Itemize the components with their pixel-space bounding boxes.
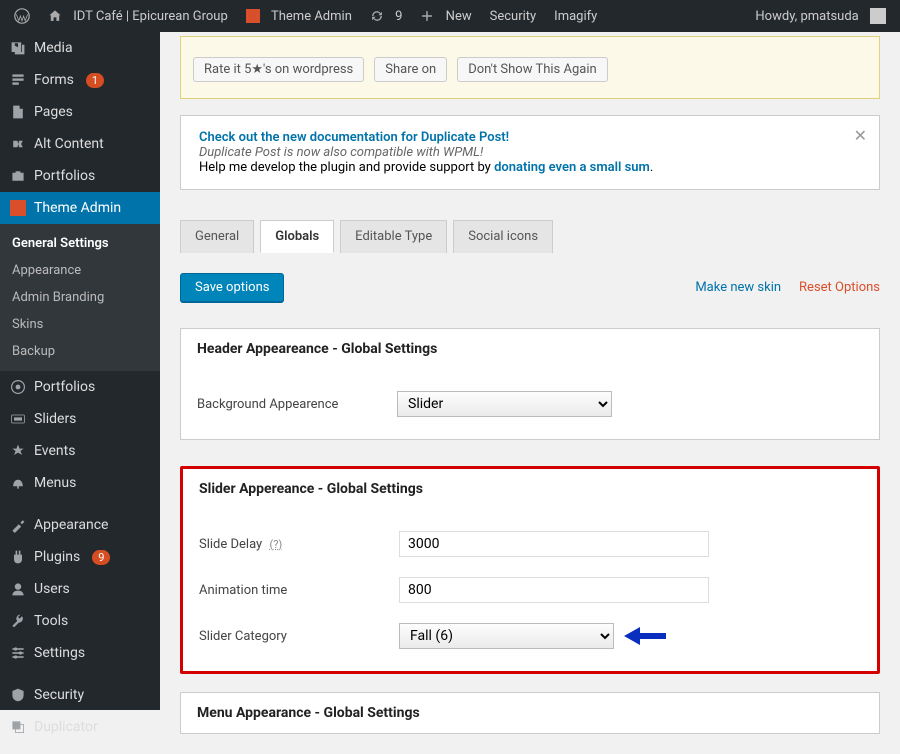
submenu-appearance[interactable]: Appearance <box>0 257 160 284</box>
sidebar-item-portfolios[interactable]: Portfolios <box>0 160 160 192</box>
rate-button[interactable]: Rate it 5★'s on wordpress <box>193 57 364 82</box>
slide-delay-input[interactable] <box>399 531 709 557</box>
sidebar-item-label: Portfolios <box>34 168 95 184</box>
sidebar-item-security[interactable]: Security <box>0 679 160 711</box>
sidebar-item-label: Alt Content <box>34 136 104 152</box>
menu-appearance-panel: Menu Appearance - Global Settings <box>180 692 880 734</box>
settings-tabs: General Globals Editable Type Social ico… <box>180 220 880 253</box>
background-appearance-select[interactable]: Slider <box>397 391 612 417</box>
panel-title: Menu Appearance - Global Settings <box>197 705 863 721</box>
notice-line-3a: Help me develop the plugin and provide s… <box>199 160 494 175</box>
slider-category-select[interactable]: Fall (6) <box>399 623 614 649</box>
sidebar-item-label: Users <box>34 581 70 597</box>
sidebar-item-label: Portfolios <box>34 379 95 395</box>
submenu-admin-branding[interactable]: Admin Branding <box>0 284 160 311</box>
reset-options-link[interactable]: Reset Options <box>799 280 880 295</box>
dismiss-rating-button[interactable]: Don't Show This Again <box>457 57 607 82</box>
sidebar-item-menus[interactable]: Menus <box>0 467 160 499</box>
sidebar-item-appearance[interactable]: Appearance <box>0 509 160 541</box>
sidebar-item-label: Theme Admin <box>34 200 121 216</box>
admin-sidebar: Media Forms 1 Pages Alt Content Portfolio… <box>0 32 160 710</box>
sidebar-item-label: Sliders <box>34 411 76 427</box>
panel-title: Header Appeareance - Global Settings <box>197 329 863 371</box>
help-icon[interactable]: (?) <box>269 538 282 551</box>
notice-line-2: Duplicate Post is now also compatible wi… <box>199 145 483 160</box>
sidebar-item-sliders[interactable]: Sliders <box>0 403 160 435</box>
header-appearance-panel: Header Appeareance - Global Settings Bac… <box>180 328 880 440</box>
sidebar-item-theme-admin[interactable]: Theme Admin <box>0 192 160 224</box>
panel-title: Slider Appereance - Global Settings <box>199 469 861 511</box>
wp-logo-icon[interactable] <box>8 8 36 24</box>
sidebar-item-alt-content[interactable]: Alt Content <box>0 128 160 160</box>
action-row: Save options Make new skin Reset Options <box>180 273 880 302</box>
rating-notice: Rate it 5★'s on wordpress Share on Don't… <box>180 36 880 99</box>
submenu-backup[interactable]: Backup <box>0 338 160 365</box>
sidebar-item-plugins[interactable]: Plugins 9 <box>0 541 160 573</box>
tab-editable-type[interactable]: Editable Type <box>340 220 447 253</box>
sidebar-item-duplicator[interactable]: Duplicator <box>0 711 160 743</box>
admin-bar: IDT Café | Epicurean Group Theme Admin 9… <box>0 0 900 32</box>
submenu-skins[interactable]: Skins <box>0 311 160 338</box>
avatar <box>870 8 886 24</box>
sidebar-item-label: Plugins <box>34 549 80 565</box>
slide-delay-label: Slide Delay (?) <box>199 537 399 552</box>
sidebar-item-forms[interactable]: Forms 1 <box>0 64 160 96</box>
sidebar-item-label: Pages <box>34 104 73 120</box>
animation-time-label: Animation time <box>199 583 399 598</box>
sidebar-item-label: Duplicator <box>34 719 98 735</box>
security-toolbar[interactable]: Security <box>484 9 543 24</box>
sidebar-item-label: Appearance <box>34 517 108 533</box>
save-options-button[interactable]: Save options <box>180 273 284 302</box>
dismiss-notice-icon[interactable]: ✕ <box>854 126 867 145</box>
sidebar-item-label: Tools <box>34 613 68 629</box>
site-name[interactable]: IDT Café | Epicurean Group <box>42 9 234 24</box>
donate-link[interactable]: donating even a small sum <box>494 160 650 175</box>
sidebar-item-media[interactable]: Media <box>0 32 160 64</box>
updates-toolbar[interactable]: 9 <box>364 9 409 24</box>
slider-appearance-panel: Slider Appereance - Global Settings Slid… <box>180 466 880 674</box>
sidebar-item-label: Media <box>34 40 73 56</box>
content-area: Rate it 5★'s on wordpress Share on Don't… <box>160 36 900 754</box>
make-new-skin-link[interactable]: Make new skin <box>695 280 781 295</box>
sidebar-item-events[interactable]: Events <box>0 435 160 467</box>
sidebar-item-settings[interactable]: Settings <box>0 637 160 669</box>
slider-category-label: Slider Category <box>199 629 399 644</box>
tab-globals[interactable]: Globals <box>260 220 334 253</box>
sidebar-item-label: Forms <box>34 72 74 88</box>
sidebar-item-users[interactable]: Users <box>0 573 160 605</box>
share-button[interactable]: Share on <box>374 57 447 82</box>
sidebar-item-label: Menus <box>34 475 76 491</box>
sidebar-item-portfolios-2[interactable]: Portfolios <box>0 371 160 403</box>
sidebar-item-label: Events <box>34 443 75 459</box>
imagify-toolbar[interactable]: Imagify <box>548 9 603 24</box>
howdy-account[interactable]: Howdy, pmatsuda <box>749 8 892 24</box>
new-content-toolbar[interactable]: New <box>414 9 477 24</box>
sidebar-item-tools[interactable]: Tools <box>0 605 160 637</box>
animation-time-input[interactable] <box>399 577 709 603</box>
badge-count: 9 <box>92 550 110 565</box>
callout-arrow-icon <box>624 623 666 649</box>
tab-social-icons[interactable]: Social icons <box>453 220 553 253</box>
badge-count: 1 <box>86 73 104 88</box>
theme-admin-toolbar[interactable]: Theme Admin <box>240 9 358 24</box>
theme-icon <box>10 200 26 216</box>
submenu-general-settings[interactable]: General Settings <box>0 230 160 257</box>
notice-line-3b: . <box>650 160 653 175</box>
tab-general[interactable]: General <box>180 220 254 253</box>
theme-admin-submenu: General Settings Appearance Admin Brandi… <box>0 224 160 371</box>
background-appearance-label: Background Appearence <box>197 397 397 412</box>
sidebar-item-label: Settings <box>34 645 85 661</box>
duplicate-post-notice: ✕ Check out the new documentation for Du… <box>180 115 880 190</box>
docs-link[interactable]: Check out the new documentation for Dupl… <box>199 130 509 145</box>
sidebar-item-label: Security <box>34 687 84 703</box>
sidebar-item-pages[interactable]: Pages <box>0 96 160 128</box>
